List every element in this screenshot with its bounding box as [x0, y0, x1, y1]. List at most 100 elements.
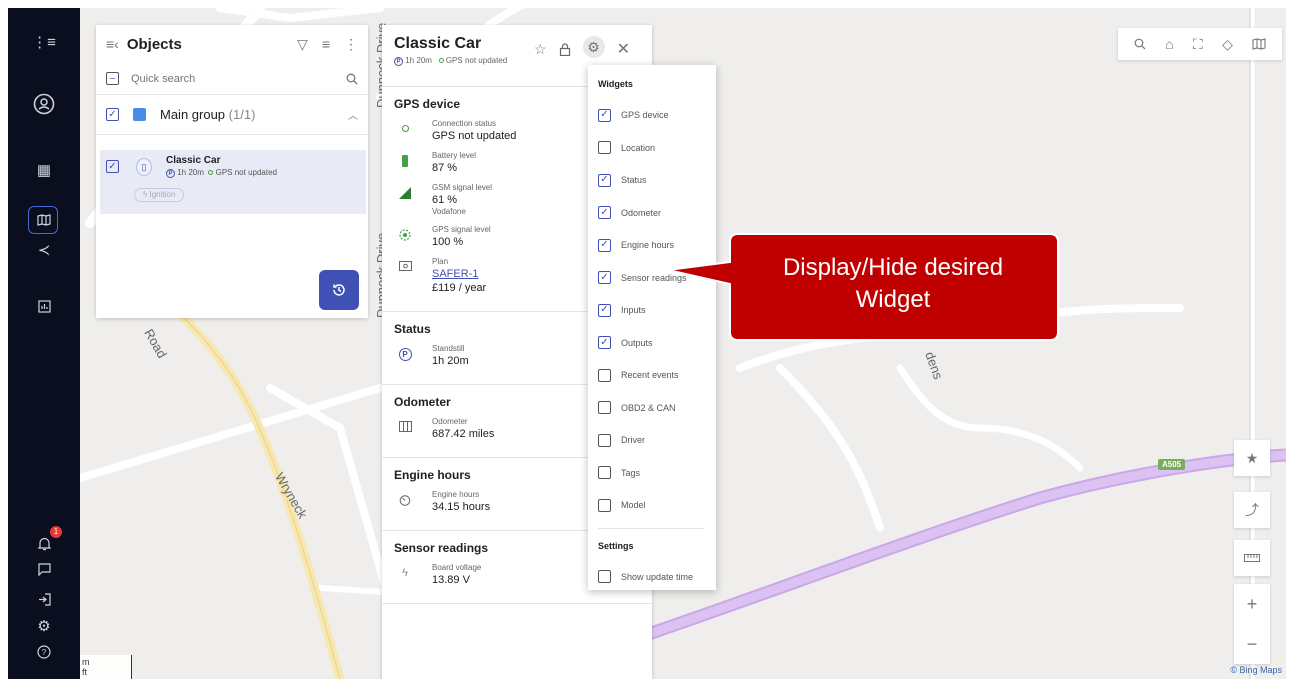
zoom-in-button[interactable]: +: [1234, 584, 1270, 624]
account-icon[interactable]: [8, 90, 80, 118]
widget-item[interactable]: OBD2 & CAN: [598, 392, 704, 425]
plan-price: £119 / year: [432, 282, 487, 294]
item-value: 687.42 miles: [432, 428, 495, 440]
star-icon: ★: [1245, 449, 1259, 466]
scale-meters: m: [82, 657, 90, 667]
item-label: Odometer: [432, 417, 468, 426]
widget-checkbox[interactable]: [598, 368, 611, 382]
objects-title: Objects: [126, 35, 182, 53]
logout-icon[interactable]: [8, 585, 80, 613]
lightning-icon: ϟ: [402, 567, 408, 579]
filter-icon[interactable]: ▽: [297, 36, 308, 53]
widget-item[interactable]: Driver: [598, 424, 704, 457]
widget-item[interactable]: Location: [598, 132, 704, 165]
sort-icon[interactable]: ≡: [322, 36, 330, 53]
history-button[interactable]: [319, 270, 359, 310]
detail-gps-status: GPS not updated: [445, 56, 508, 65]
widget-checkbox[interactable]: [598, 433, 611, 447]
widget-item[interactable]: ✓ Status: [598, 164, 704, 197]
item-label: Plan: [432, 257, 449, 266]
callout-line-1: Display/Hide desired: [782, 254, 1004, 281]
map-icon[interactable]: [8, 206, 80, 234]
lock-icon[interactable]: [559, 39, 571, 59]
widget-item[interactable]: Model: [598, 489, 704, 522]
vehicle-row[interactable]: ✓ ▯ Classic Car P 1h 20m GPS not updated…: [100, 150, 366, 214]
bell-icon[interactable]: [8, 530, 80, 558]
widget-item[interactable]: Tags: [598, 457, 704, 490]
help-icon[interactable]: ?: [8, 638, 80, 666]
geofence-icon[interactable]: ⛶: [1193, 36, 1203, 53]
chat-icon[interactable]: [8, 555, 80, 583]
widget-item[interactable]: Recent events: [598, 359, 704, 392]
favorites-button[interactable]: ★: [1234, 440, 1270, 476]
gps-status-icon: [208, 170, 214, 175]
widget-checkbox[interactable]: ✓: [598, 238, 611, 252]
collapse-panel-icon[interactable]: ≡‹: [106, 36, 119, 52]
group-row[interactable]: ✓ Main group (1/1) ︿: [96, 95, 368, 135]
settings-list: Show update time: [598, 561, 704, 594]
collapse-menu-icon[interactable]: ⋮≡: [8, 28, 80, 56]
close-icon[interactable]: ✕: [617, 39, 630, 59]
widgets-heading: Widgets: [598, 79, 633, 89]
item-value: 34.15 hours: [432, 501, 491, 513]
route-button[interactable]: ⤴: [1234, 492, 1270, 528]
share-icon[interactable]: ≺: [8, 236, 80, 264]
layers-icon[interactable]: ◇: [1222, 36, 1233, 53]
group-color-swatch: [133, 108, 146, 121]
widget-checkbox[interactable]: ✓: [598, 108, 611, 122]
star-add-icon[interactable]: ☆: [534, 39, 547, 59]
widget-item[interactable]: ✓ GPS device: [598, 99, 704, 132]
parking-icon: P: [166, 169, 175, 178]
widget-item[interactable]: ✓ Odometer: [598, 197, 704, 230]
history-icon: [333, 284, 345, 296]
setting-item[interactable]: Show update time: [598, 561, 704, 594]
widget-checkbox[interactable]: ✓: [598, 336, 611, 350]
vehicle-checkbox[interactable]: ✓: [106, 160, 119, 173]
setting-checkbox[interactable]: [598, 570, 611, 584]
widget-label: Tags: [621, 467, 641, 478]
widget-checkbox[interactable]: ✓: [598, 303, 611, 317]
widget-label: Outputs: [621, 337, 653, 348]
more-options-icon[interactable]: ⋮: [344, 36, 358, 53]
map-type-icon[interactable]: [1252, 38, 1266, 50]
zoom-out-button[interactable]: −: [1234, 624, 1270, 664]
settings-heading: Settings: [598, 540, 634, 551]
ruler-button[interactable]: [1234, 540, 1270, 576]
item-label: Connection status: [432, 119, 497, 128]
settings-icon[interactable]: ⚙: [8, 612, 80, 640]
widget-label: Inputs: [621, 305, 646, 316]
widget-checkbox[interactable]: ✓: [598, 271, 611, 285]
zoom-control: + −: [1234, 584, 1270, 664]
annotation-callout: Display/Hide desired Widget: [668, 226, 1059, 344]
widget-checkbox[interactable]: ✓: [598, 206, 611, 220]
timer-icon: [394, 494, 416, 509]
widget-settings-gear-icon[interactable]: ⚙: [582, 36, 605, 58]
item-label: GPS signal level: [432, 225, 491, 234]
select-all-checkbox[interactable]: –: [106, 72, 119, 85]
plan-link[interactable]: SAFER-1: [432, 267, 486, 281]
item-value: GPS not updated: [432, 130, 517, 142]
search-icon[interactable]: [1134, 38, 1146, 50]
places-icon[interactable]: ⌂: [1165, 36, 1173, 52]
objects-header: ≡‹ Objects ▽ ≡ ⋮: [96, 25, 368, 63]
parking-icon: P: [394, 348, 416, 361]
reports-icon[interactable]: [8, 292, 80, 320]
scale-feet: ft: [82, 667, 88, 677]
widget-label: Engine hours: [621, 240, 675, 251]
search-icon[interactable]: [346, 73, 358, 85]
gps-status-icon: [438, 58, 444, 63]
quick-search-input[interactable]: [131, 72, 346, 85]
widget-checkbox[interactable]: [598, 498, 611, 512]
dashboard-icon[interactable]: ▦: [8, 156, 80, 184]
map-toolbar: ⌂ ⛶ ◇: [1118, 28, 1282, 60]
detail-duration: 1h 20m: [405, 56, 432, 65]
widget-checkbox[interactable]: [598, 141, 611, 155]
widget-checkbox[interactable]: [598, 466, 611, 480]
group-name-text: Main group: [160, 107, 226, 122]
widget-label: Location: [621, 142, 656, 153]
chevron-up-icon[interactable]: ︿: [348, 107, 358, 122]
widget-checkbox[interactable]: ✓: [598, 173, 611, 187]
widget-checkbox[interactable]: [598, 401, 611, 415]
ignition-chip: ϟ Ignition: [134, 188, 185, 202]
group-checkbox[interactable]: ✓: [106, 108, 119, 121]
